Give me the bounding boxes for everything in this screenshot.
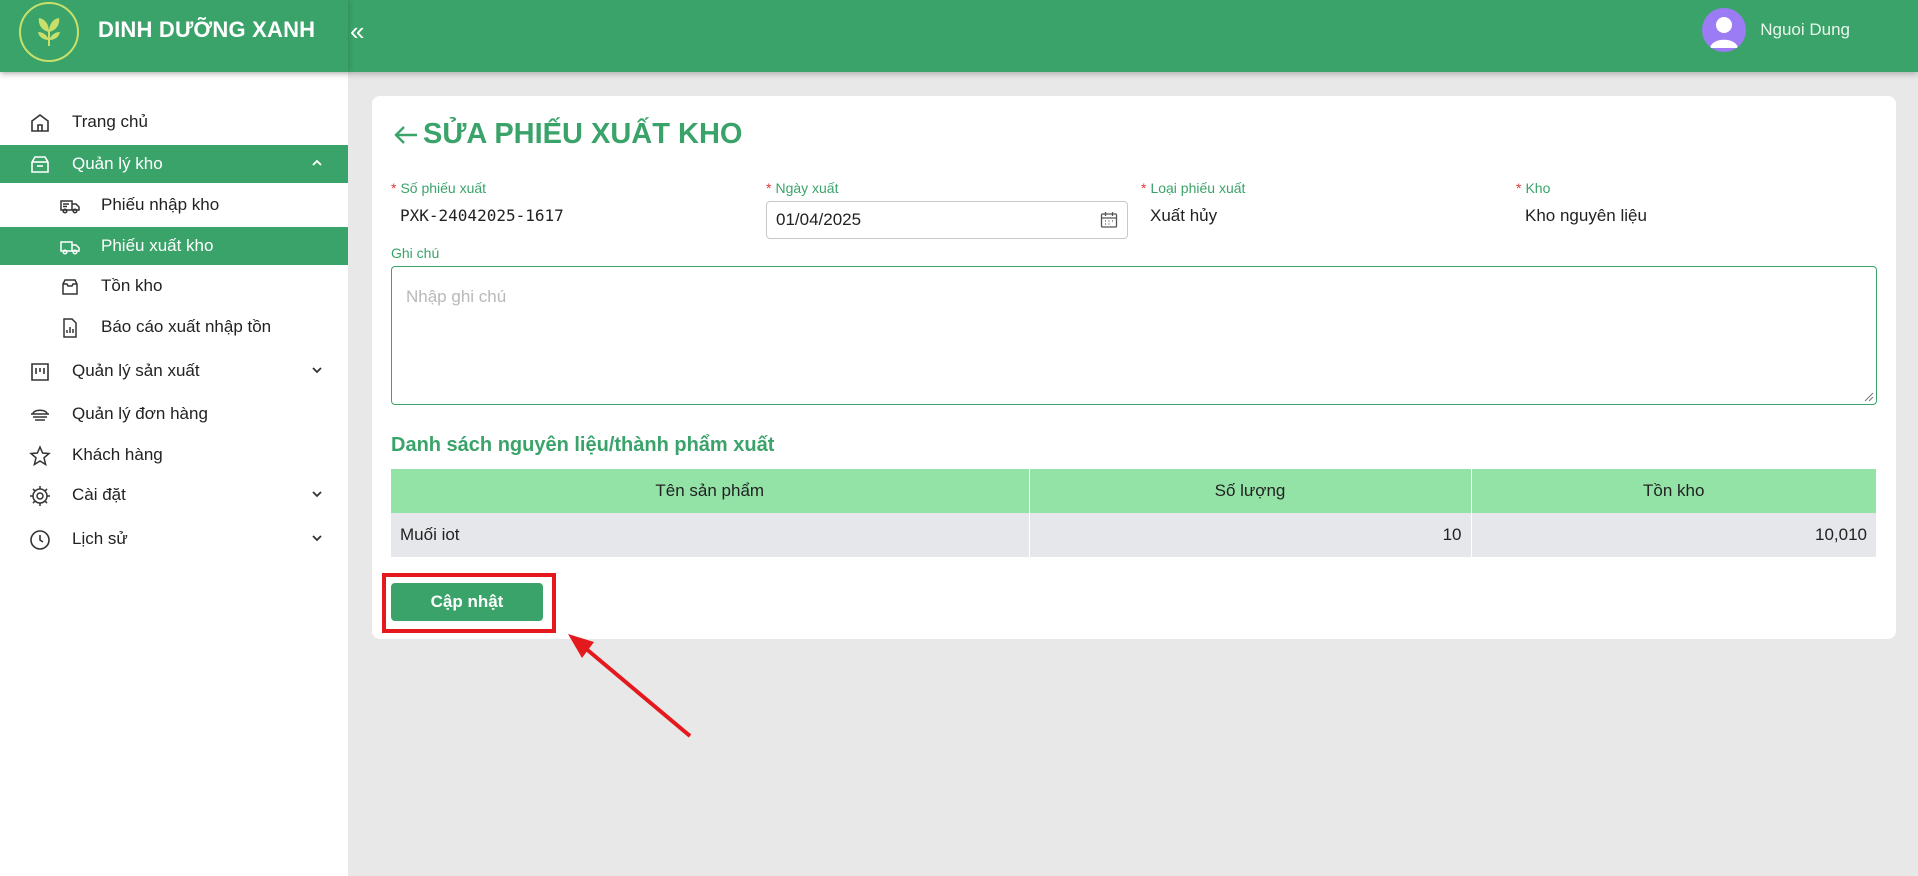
- order-icon: [31, 409, 49, 421]
- gear-icon: [30, 486, 50, 506]
- history-icon: [30, 530, 50, 550]
- date-value[interactable]: 01/04/2025: [776, 210, 861, 230]
- cell-stock: 10,010: [1471, 513, 1877, 557]
- highlight-box: [382, 573, 556, 633]
- page-title-text: SỬA PHIẾU XUẤT KHO: [423, 118, 743, 150]
- avatar[interactable]: [1702, 8, 1747, 52]
- col-header-quantity: Số lượng: [1029, 469, 1472, 513]
- required-mark: *: [1141, 180, 1147, 196]
- sidebar-item-home[interactable]: Trang chủ: [0, 103, 348, 141]
- so-phieu-label: * Số phiếu xuất: [391, 180, 751, 196]
- kho-label: * Kho: [1516, 180, 1876, 196]
- table-header-row: Tên sản phẩm Số lượng Tồn kho: [391, 469, 1877, 513]
- sidebar-item-label: Quản lý kho: [72, 154, 163, 173]
- user-menu[interactable]: Nguoi Dung: [1702, 8, 1850, 52]
- so-phieu-value: PXK-24042025-1617: [400, 206, 564, 225]
- sidebar-item-warehouse[interactable]: Quản lý kho: [0, 145, 348, 183]
- sidebar-item-label: Quản lý đơn hàng: [72, 404, 208, 423]
- kho-label-text: Kho: [1525, 180, 1551, 196]
- ghi-chu-textarea[interactable]: Nhập ghi chú: [391, 266, 1877, 405]
- sidebar-item-label: Khách hàng: [72, 445, 163, 464]
- table-row[interactable]: Muối iot 10 10,010: [391, 513, 1877, 557]
- sidebar-item-orders[interactable]: Quản lý đơn hàng: [0, 395, 348, 433]
- pointer-arrow-icon: [568, 634, 692, 738]
- truck-in-icon: [60, 200, 80, 214]
- loai-phieu-label-text: Loại phiếu xuất: [1150, 180, 1246, 196]
- star-icon: [29, 445, 51, 467]
- collapse-sidebar-icon[interactable]: «: [350, 16, 364, 47]
- cell-quantity: 10: [1029, 513, 1472, 557]
- top-header: DINH DƯỠNG XANH « Nguoi Dung: [0, 0, 1918, 72]
- sidebar-item-label: Phiếu xuất kho: [101, 236, 214, 255]
- sidebar-item-export[interactable]: Phiếu xuất kho: [0, 227, 348, 265]
- sidebar-item-label: Cài đặt: [72, 485, 126, 504]
- required-mark: *: [1516, 180, 1522, 196]
- sidebar-item-inventory[interactable]: Tồn kho: [0, 267, 348, 305]
- sidebar-item-label: Phiếu nhập kho: [101, 195, 220, 214]
- sidebar-item-label: Báo cáo xuất nhập tồn: [101, 317, 272, 336]
- sidebar-item-import[interactable]: Phiếu nhập kho: [0, 186, 348, 224]
- section-title: Danh sách nguyên liệu/thành phẩm xuất: [391, 434, 775, 456]
- field-loai-phieu: * Loại phiếu xuất Xuất hủy: [1141, 180, 1501, 226]
- field-kho: * Kho Kho nguyên liệu: [1516, 180, 1876, 226]
- chevron-up-icon: [312, 159, 322, 166]
- loai-phieu-value: Xuất hủy: [1150, 206, 1218, 225]
- sidebar-item-history[interactable]: Lịch sử: [0, 520, 348, 558]
- inbox-icon: [62, 279, 78, 295]
- required-mark: *: [391, 180, 397, 196]
- edit-export-form-card: SỬA PHIẾU XUẤT KHO * Số phiếu xuất PXK-24…: [372, 96, 1896, 639]
- chevron-down-icon: [312, 535, 322, 542]
- warehouse-icon: [31, 156, 49, 173]
- date-input[interactable]: 01/04/2025: [766, 201, 1128, 239]
- field-so-phieu: * Số phiếu xuất PXK-24042025-1617: [391, 180, 751, 225]
- sidebar-item-label: Tồn kho: [101, 276, 163, 295]
- calendar-icon[interactable]: [1099, 210, 1119, 230]
- leaf-logo-icon: [19, 2, 79, 62]
- chevron-down-icon: [312, 491, 322, 498]
- sidebar-item-label: Trang chủ: [72, 112, 148, 131]
- required-mark: *: [766, 180, 772, 196]
- ghi-chu-placeholder[interactable]: Nhập ghi chú: [406, 287, 506, 306]
- ngay-xuat-label-text: Ngày xuất: [775, 180, 839, 196]
- sidebar-nav: Trang chủ Quản lý kho Phiếu nhập kho Phi…: [0, 72, 348, 876]
- back-arrow-icon[interactable]: [391, 120, 421, 150]
- brand-area: DINH DƯỠNG XANH: [0, 0, 348, 72]
- sidebar-item-customers[interactable]: Khách hàng: [0, 436, 348, 474]
- ghi-chu-label: Ghi chú: [391, 245, 440, 261]
- loai-phieu-label: * Loại phiếu xuất: [1141, 180, 1501, 196]
- report-icon: [63, 318, 77, 338]
- kho-value: Kho nguyên liệu: [1525, 206, 1647, 225]
- factory-icon: [31, 363, 49, 381]
- brand-name: DINH DƯỠNG XANH: [98, 17, 316, 42]
- sidebar-item-label: Quản lý sản xuất: [72, 361, 200, 380]
- ngay-xuat-label: * Ngày xuất: [766, 180, 1126, 196]
- sidebar-item-report[interactable]: Báo cáo xuất nhập tồn: [0, 308, 348, 346]
- so-phieu-label-text: Số phiếu xuất: [400, 180, 487, 196]
- field-ngay-xuat: * Ngày xuất: [766, 180, 1126, 196]
- chevron-down-icon: [312, 367, 322, 374]
- sidebar-item-production[interactable]: Quản lý sản xuất: [0, 352, 348, 390]
- col-header-stock: Tồn kho: [1471, 469, 1877, 513]
- export-items-table: Tên sản phẩm Số lượng Tồn kho Muối iot 1…: [391, 469, 1877, 557]
- home-icon: [31, 114, 49, 132]
- cell-product: Muối iot: [391, 513, 1030, 557]
- truck-out-icon: [60, 241, 80, 255]
- resize-handle-icon[interactable]: [1862, 390, 1874, 402]
- page-title: SỬA PHIẾU XUẤT KHO: [391, 118, 742, 151]
- sidebar-item-settings[interactable]: Cài đặt: [0, 476, 348, 514]
- col-header-product: Tên sản phẩm: [391, 469, 1030, 513]
- user-name[interactable]: Nguoi Dung: [1760, 20, 1850, 40]
- sidebar-item-label: Lịch sử: [72, 529, 128, 548]
